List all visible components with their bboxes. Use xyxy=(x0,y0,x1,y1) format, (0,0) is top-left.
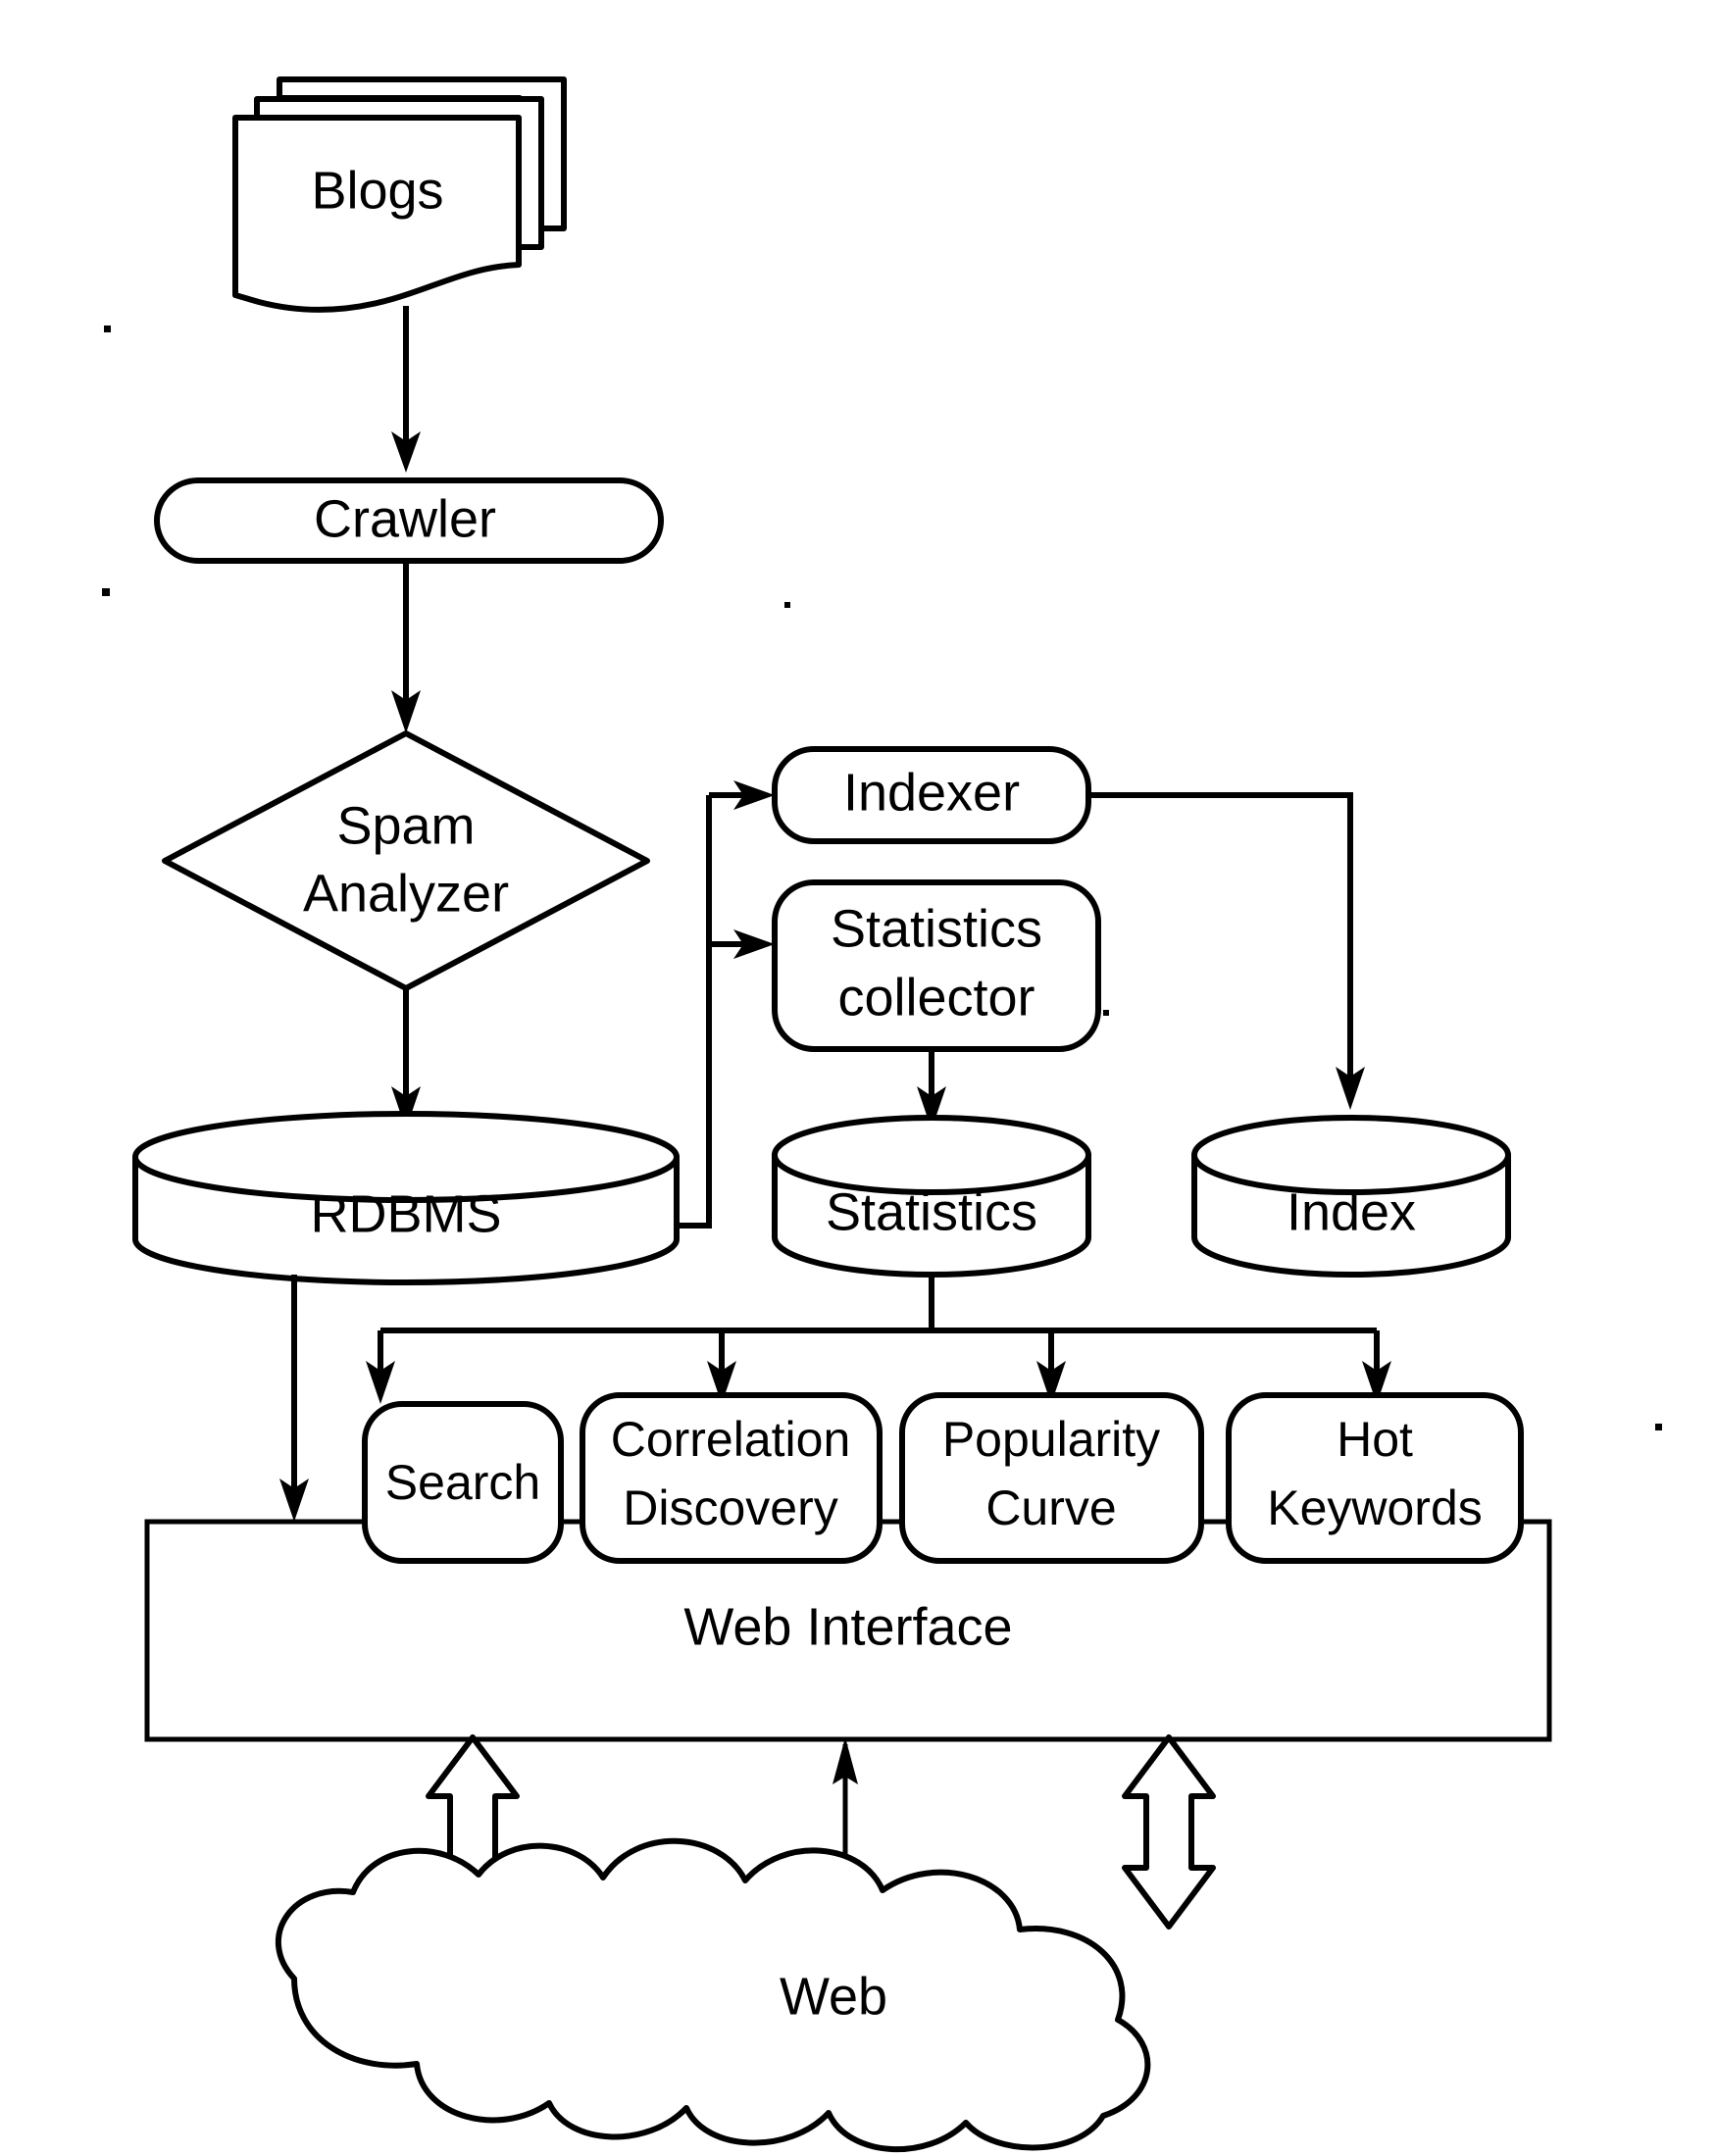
hollow-double-arrow-right xyxy=(1122,1734,1216,1930)
correlation-discovery-label-line1: Correlation xyxy=(611,1412,851,1467)
search-label: Search xyxy=(385,1455,540,1510)
node-index-store[interactable]: Index xyxy=(1191,1115,1511,1278)
scan-speck xyxy=(784,602,790,608)
crawler-label: Crawler xyxy=(314,489,496,548)
spam-analyzer-diamond xyxy=(162,730,650,991)
scan-speck xyxy=(1103,1010,1109,1016)
web-cloud-shape xyxy=(275,1837,1151,2153)
scan-speck xyxy=(102,588,110,596)
node-statistics-collector[interactable]: Statistics collector xyxy=(772,879,1101,1052)
hot-keywords-label-line1: Hot xyxy=(1337,1412,1413,1467)
edge-web-interface-to-web-right xyxy=(1122,1734,1216,1930)
edge-crawler-to-spam-analyzer xyxy=(391,561,421,733)
architecture-flowchart: Blogs Crawler Spam Analyzer Indexer Stat… xyxy=(102,76,1662,2153)
statistics-store-label: Statistics xyxy=(826,1182,1037,1241)
rdbms-label: RDBMS xyxy=(310,1184,501,1243)
node-hot-keywords[interactable]: Hot Keywords xyxy=(1226,1392,1524,1564)
popularity-curve-label-line1: Popularity xyxy=(942,1412,1160,1467)
node-rdbms[interactable]: RDBMS xyxy=(132,1111,680,1285)
edge-blogs-to-crawler xyxy=(391,306,421,473)
index-store-label: Index xyxy=(1287,1182,1416,1241)
edge-rdbms-to-web-interface xyxy=(279,1275,309,1522)
spam-analyzer-label-line1: Spam xyxy=(336,796,475,855)
scan-speck xyxy=(1655,1424,1662,1430)
node-web[interactable]: Web xyxy=(275,1837,1151,2153)
node-indexer[interactable]: Indexer xyxy=(772,746,1091,844)
node-crawler[interactable]: Crawler xyxy=(154,477,664,564)
statistics-cylinder-top xyxy=(772,1115,1091,1195)
edge-statistics-store-fanout xyxy=(366,1275,1391,1404)
node-search[interactable]: Search xyxy=(362,1401,564,1564)
node-statistics-store[interactable]: Statistics xyxy=(772,1115,1091,1278)
statistics-collector-label-line1: Statistics xyxy=(831,899,1042,958)
edge-indexer-to-index-store xyxy=(1088,792,1365,1110)
node-spam-analyzer[interactable]: Spam Analyzer xyxy=(162,730,650,991)
correlation-discovery-label-line2: Discovery xyxy=(623,1480,837,1535)
blogs-label: Blogs xyxy=(311,161,443,220)
indexer-label: Indexer xyxy=(843,763,1020,822)
statistics-collector-label-line2: collector xyxy=(837,968,1035,1027)
web-interface-label: Web Interface xyxy=(683,1597,1012,1656)
node-blogs[interactable]: Blogs xyxy=(232,76,567,313)
edge-spam-analyzer-to-rdbms xyxy=(391,988,421,1129)
spam-analyzer-label-line2: Analyzer xyxy=(303,864,509,923)
diagram-canvas: Blogs Crawler Spam Analyzer Indexer Stat… xyxy=(0,0,1716,2156)
popularity-curve-label-line2: Curve xyxy=(985,1480,1116,1535)
web-label: Web xyxy=(780,1967,887,2026)
index-cylinder-top xyxy=(1191,1115,1511,1195)
edge-rdbms-to-indexer-and-collector xyxy=(664,780,775,1228)
hot-keywords-label-line2: Keywords xyxy=(1267,1480,1483,1535)
node-correlation-discovery[interactable]: Correlation Discovery xyxy=(580,1392,883,1564)
scan-speck xyxy=(104,326,111,332)
node-popularity-curve[interactable]: Popularity Curve xyxy=(899,1392,1204,1564)
